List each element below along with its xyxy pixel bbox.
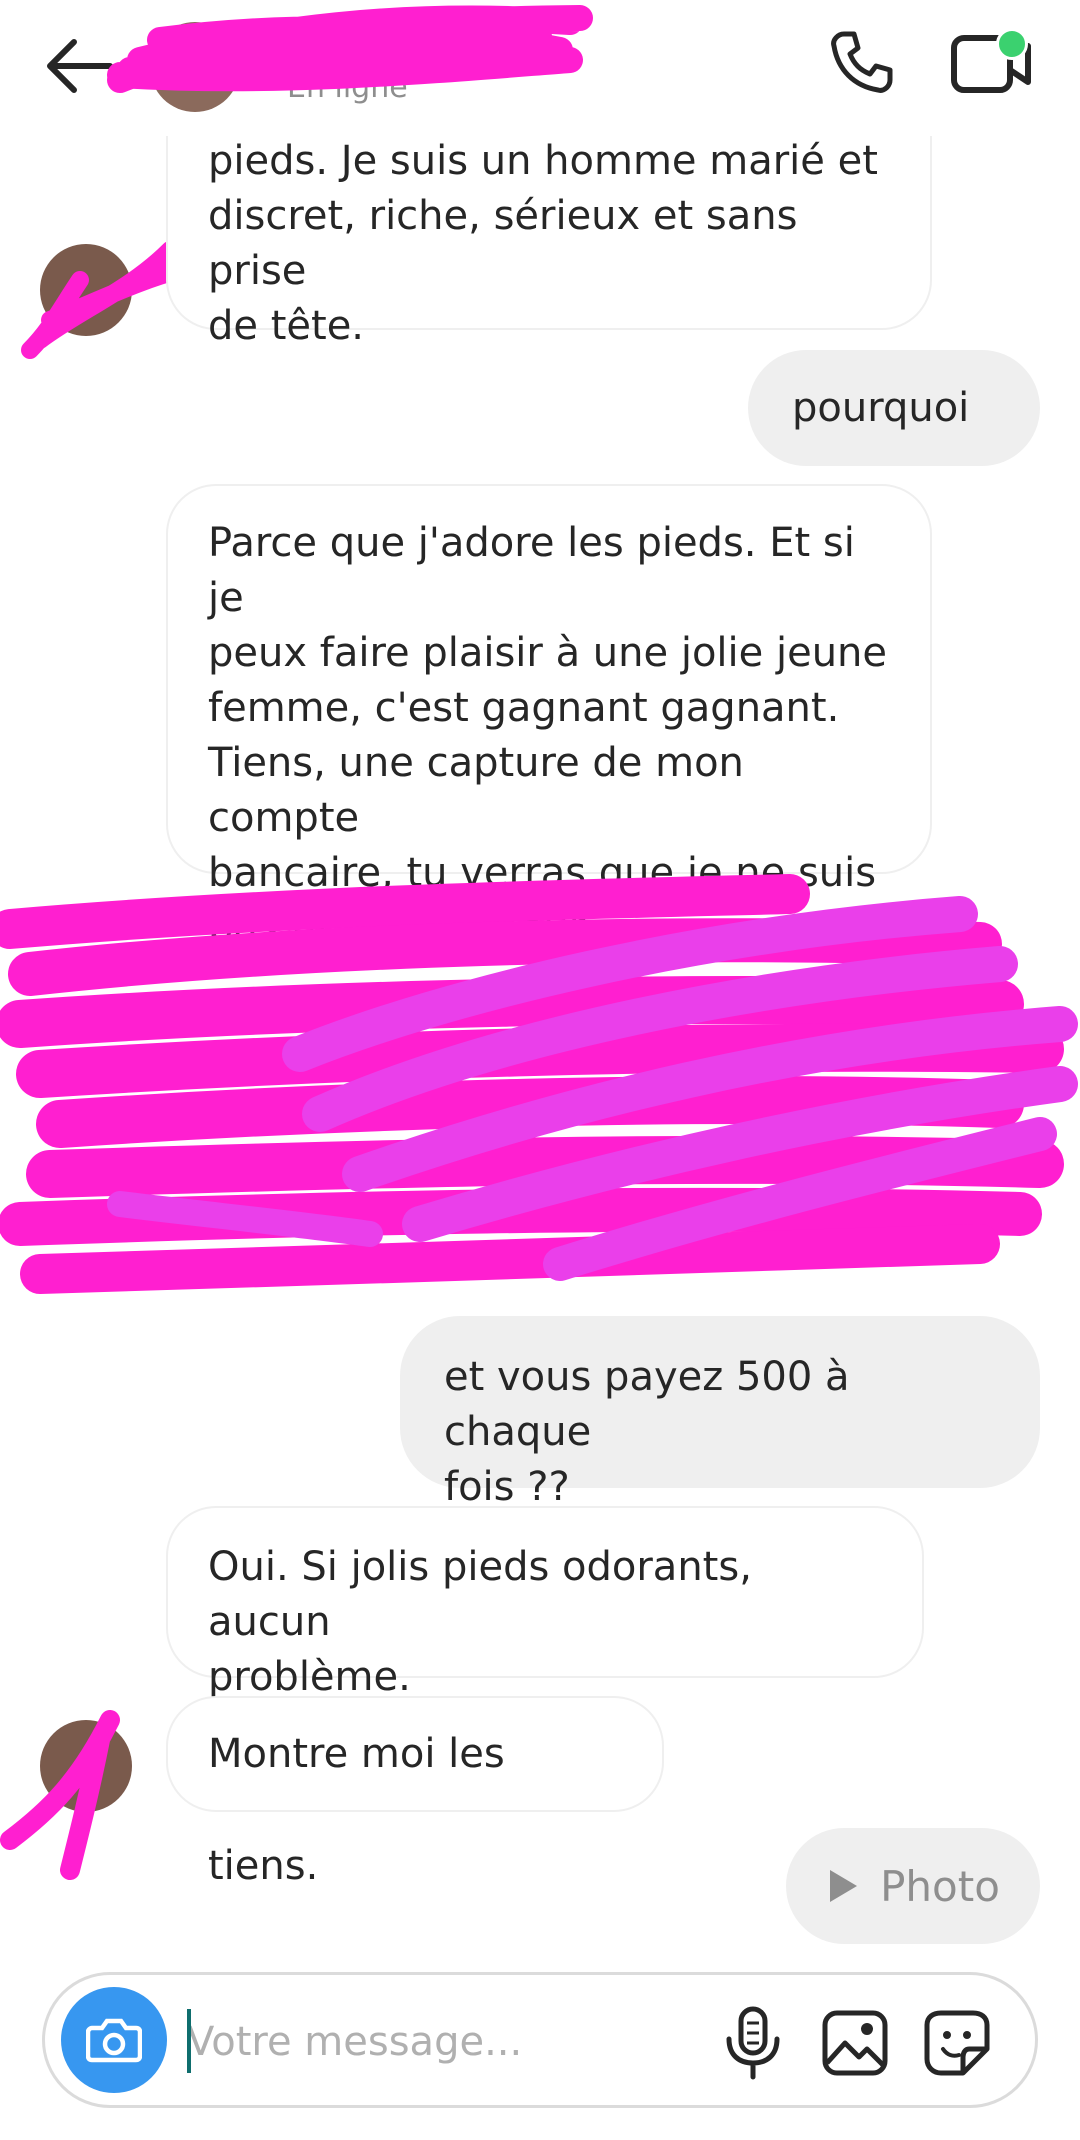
sender-avatar[interactable] <box>40 244 132 336</box>
gallery-icon <box>822 2010 888 2076</box>
message-input[interactable] <box>185 2005 709 2079</box>
microphone-button[interactable] <box>717 2005 789 2081</box>
incoming-message[interactable]: pieds. Je suis un homme marié et discret… <box>166 130 932 349</box>
incoming-message[interactable]: Oui. Si jolis pieds odorants, aucun prob… <box>166 1506 924 1700</box>
redaction-scribble <box>0 874 1078 1294</box>
message-composer <box>42 1972 1038 2108</box>
incoming-message[interactable]: Montre moi les tiens. <box>166 1696 664 1889</box>
call-button[interactable] <box>826 28 896 98</box>
phone-icon <box>831 31 893 93</box>
contact-avatar[interactable] <box>150 22 240 112</box>
contact-status: En ligne <box>287 70 408 105</box>
text-cursor <box>187 2009 191 2073</box>
video-call-button[interactable] <box>950 24 1034 104</box>
online-indicator <box>996 28 1028 60</box>
outgoing-message[interactable]: pourquoi ? <box>748 350 1040 547</box>
gallery-button[interactable] <box>819 2005 891 2081</box>
camera-icon <box>86 2018 142 2063</box>
image-attachment-redacted[interactable] <box>0 874 1080 1320</box>
chat-header: En ligne <box>0 0 1080 136</box>
sticker-icon <box>924 2010 990 2076</box>
back-button[interactable] <box>40 36 120 96</box>
photo-message[interactable]: Photo <box>786 1828 1040 1944</box>
photo-label: Photo <box>880 1861 1000 1911</box>
outgoing-message[interactable]: et vous payez 500 à chaque fois ?? <box>400 1316 1040 1510</box>
sticker-button[interactable] <box>921 2005 993 2081</box>
microphone-icon <box>726 2006 780 2080</box>
play-icon <box>830 1870 858 1902</box>
sender-avatar[interactable] <box>40 1720 132 1812</box>
back-arrow-icon <box>47 39 113 93</box>
incoming-message[interactable]: Parce que j'adore les pieds. Et si je pe… <box>166 484 932 951</box>
camera-button[interactable] <box>61 1987 167 2093</box>
